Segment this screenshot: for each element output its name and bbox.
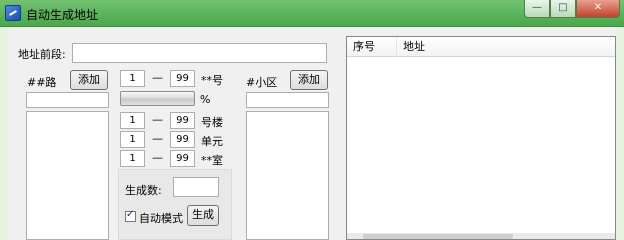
range-from-input[interactable]: 1 bbox=[120, 131, 145, 148]
count-input[interactable] bbox=[173, 177, 219, 197]
address-listview[interactable]: 序号 地址 bbox=[346, 36, 616, 240]
range-suffix-label: **号 bbox=[201, 74, 223, 87]
app-window: 自动生成地址 — □ ✕ 地址前段: ##路 添加 1 — 99 **号 % 1… bbox=[0, 0, 624, 240]
range-to-input[interactable]: 99 bbox=[170, 70, 195, 87]
progress-bar bbox=[120, 91, 195, 106]
caption-buttons: — □ ✕ bbox=[524, 0, 620, 19]
range-to-input[interactable]: 99 bbox=[170, 131, 195, 148]
road-add-button[interactable]: 添加 bbox=[70, 70, 108, 90]
district-list[interactable] bbox=[246, 111, 329, 240]
column-header-index[interactable]: 序号 bbox=[347, 37, 397, 57]
maximize-button[interactable]: □ bbox=[550, 0, 576, 18]
auto-mode-checkbox[interactable] bbox=[125, 209, 136, 222]
range-to-input[interactable]: 99 bbox=[170, 112, 195, 129]
range-dash: — bbox=[152, 113, 163, 126]
road-list[interactable] bbox=[26, 111, 109, 240]
range-dash: — bbox=[152, 132, 163, 145]
horizontal-scrollbar[interactable] bbox=[347, 233, 615, 239]
range-suffix-label: 号楼 bbox=[201, 116, 223, 129]
close-button[interactable]: ✕ bbox=[576, 0, 620, 18]
prefix-label: 地址前段: bbox=[18, 48, 66, 61]
range-suffix-label: 单元 bbox=[201, 135, 223, 148]
district-input[interactable] bbox=[246, 92, 329, 108]
range-to-input[interactable]: 99 bbox=[170, 150, 195, 167]
window-title: 自动生成地址 bbox=[26, 8, 99, 22]
title-bar[interactable]: 自动生成地址 — □ ✕ bbox=[0, 0, 624, 27]
range-dash: — bbox=[152, 151, 163, 164]
progress-percent-label: % bbox=[200, 93, 211, 106]
generate-group: 生成数: 自动模式 生成 bbox=[118, 169, 232, 240]
range-from-input[interactable]: 1 bbox=[120, 112, 145, 129]
generate-button[interactable]: 生成 bbox=[187, 205, 219, 226]
client-area: 地址前段: ##路 添加 1 — 99 **号 % 1 — 99 号楼 1 — … bbox=[8, 27, 616, 240]
district-label: #小区 bbox=[246, 76, 278, 89]
listview-header: 序号 地址 bbox=[347, 37, 615, 57]
prefix-input[interactable] bbox=[72, 43, 327, 63]
column-header-address[interactable]: 地址 bbox=[397, 37, 615, 57]
range-suffix-label: **室 bbox=[201, 154, 223, 167]
minimize-button[interactable]: — bbox=[524, 0, 550, 18]
scrollbar-thumb[interactable] bbox=[363, 234, 513, 239]
district-add-button[interactable]: 添加 bbox=[290, 70, 328, 90]
auto-mode-label: 自动模式 bbox=[139, 212, 183, 225]
range-dash: — bbox=[152, 71, 163, 84]
range-from-input[interactable]: 1 bbox=[120, 70, 145, 87]
app-icon bbox=[5, 5, 21, 21]
range-from-input[interactable]: 1 bbox=[120, 150, 145, 167]
road-label: ##路 bbox=[27, 76, 57, 89]
road-input[interactable] bbox=[26, 92, 109, 108]
count-label: 生成数: bbox=[125, 184, 162, 197]
